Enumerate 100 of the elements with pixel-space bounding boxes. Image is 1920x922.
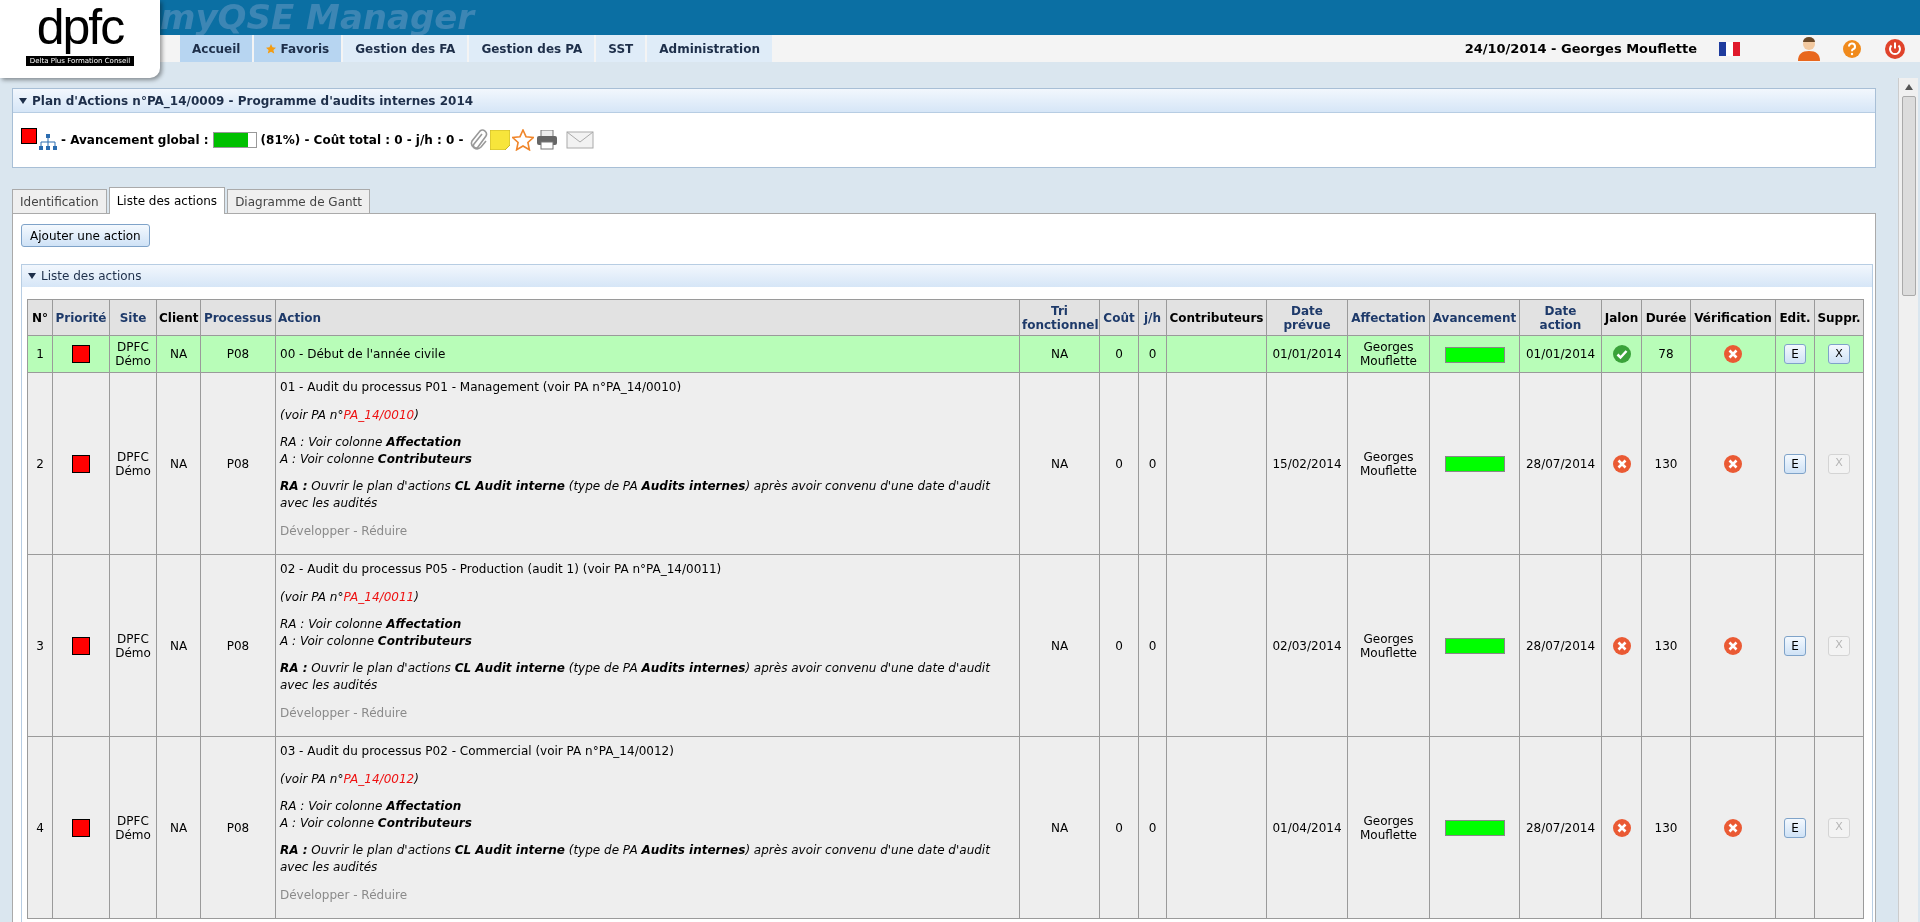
nav-tab[interactable]: Gestion des PA bbox=[469, 35, 595, 62]
add-action-button[interactable]: Ajouter une action bbox=[21, 224, 150, 247]
role-note: A : Voir colonne Contributeurs bbox=[280, 815, 473, 832]
column-header[interactable]: Priorité bbox=[52, 299, 110, 336]
caret-icon[interactable] bbox=[28, 273, 36, 279]
table-cell: NA bbox=[156, 335, 201, 373]
printer-icon[interactable] bbox=[535, 130, 558, 150]
column-header: Suppr. bbox=[1814, 299, 1864, 336]
priority-square bbox=[72, 454, 90, 473]
edit-button[interactable]: E bbox=[1784, 635, 1806, 656]
table-cell: NA bbox=[1019, 335, 1100, 373]
date-user-text: 24/10/2014 - Georges Mouflette bbox=[1464, 39, 1697, 58]
table-cell: 0 bbox=[1138, 335, 1167, 373]
table-cell: 0 bbox=[1138, 372, 1167, 555]
separator-text: - bbox=[353, 706, 358, 720]
table-cell: 01/01/2014 bbox=[1519, 335, 1602, 373]
reference-link[interactable]: PA_14/0012 bbox=[343, 772, 415, 786]
scrollbar-thumb[interactable] bbox=[1901, 96, 1916, 296]
action-title: 03 - Audit du processus P02 - Commercial (voir PA n°PA_14/0012) bbox=[280, 743, 675, 760]
reference-note: (voir PA n°PA_14/0011) bbox=[280, 589, 420, 606]
table-cell: 0 bbox=[1138, 554, 1167, 737]
instruction-note: RA : Ouvrir le plan d'actions CL Audit interne (type de PA Audits internes) après avoir convenu d'une date d'audit avec les audités bbox=[280, 660, 992, 694]
nav-tab[interactable]: Administration bbox=[647, 35, 772, 62]
nav-tab[interactable]: SST bbox=[596, 35, 646, 62]
edit-button[interactable]: E bbox=[1784, 344, 1806, 364]
panel-title: Plan d'Actions n°PA_14/0009 - Programme d'audits internes 2014 bbox=[32, 92, 474, 110]
role-note: RA : Voir colonne Affectation bbox=[280, 616, 463, 633]
section-title: Liste des actions bbox=[41, 268, 142, 285]
instruction-note: RA : Ouvrir le plan d'actions CL Audit interne (type de PA Audits internes) après avoir convenu d'une date d'audit avec les audités bbox=[280, 478, 992, 512]
column-header[interactable]: Site bbox=[109, 299, 157, 336]
nav-tab[interactable]: Accueil bbox=[180, 35, 253, 62]
table-cell: 28/07/2014 bbox=[1519, 372, 1602, 555]
table-cell: P08 bbox=[200, 736, 276, 919]
table-cell: 0 bbox=[1099, 554, 1139, 737]
table-cell: 130 bbox=[1641, 736, 1691, 919]
role-note: A : Voir colonne Contributeurs bbox=[280, 633, 473, 650]
column-header[interactable]: Tri fonctionnel bbox=[1019, 299, 1100, 336]
progress-label: - Avancement global : bbox=[61, 132, 209, 149]
column-header[interactable]: Affectation bbox=[1347, 299, 1430, 336]
table-cell: P08 bbox=[200, 335, 276, 373]
table-cell: DPFC Démo bbox=[109, 335, 157, 373]
delete-button[interactable]: X bbox=[1828, 344, 1850, 365]
power-icon[interactable] bbox=[1884, 37, 1906, 60]
table-cell: NA bbox=[1019, 372, 1100, 555]
help-icon[interactable] bbox=[1842, 38, 1862, 59]
nav-tab[interactable]: Gestion des FA bbox=[343, 35, 468, 62]
column-header: N° bbox=[27, 299, 53, 336]
table-cell: P08 bbox=[200, 372, 276, 555]
instruction-note: RA : Ouvrir le plan d'actions CL Audit interne (type de PA Audits internes) après avoir convenu d'une date d'audit avec les audités bbox=[280, 842, 992, 876]
column-header[interactable]: Date action bbox=[1519, 299, 1602, 336]
column-header[interactable]: Date prévue bbox=[1266, 299, 1348, 336]
flag-icon[interactable] bbox=[1719, 41, 1740, 56]
column-header[interactable]: j/h bbox=[1138, 299, 1167, 336]
scrollbar[interactable] bbox=[1898, 78, 1918, 922]
star-icon[interactable] bbox=[511, 129, 534, 151]
role-note: RA : Voir colonne Affectation bbox=[280, 798, 463, 815]
column-header[interactable]: Coût bbox=[1099, 299, 1139, 336]
reference-note: (voir PA n°PA_14/0012) bbox=[280, 771, 420, 788]
column-header[interactable]: Processus bbox=[200, 299, 276, 336]
priority-square bbox=[72, 345, 90, 364]
table-cell: 4 bbox=[27, 736, 53, 919]
reference-link[interactable]: PA_14/0010 bbox=[343, 408, 415, 422]
action-title: 02 - Audit du processus P05 - Production (audit 1) (voir PA n°PA_14/0011) bbox=[280, 561, 723, 578]
table-cell: P08 bbox=[200, 554, 276, 737]
column-header[interactable]: Action bbox=[275, 299, 1020, 336]
arrow-up-icon[interactable] bbox=[1904, 84, 1913, 90]
table-cell: 78 bbox=[1641, 335, 1691, 373]
table-cell: 1 bbox=[27, 335, 53, 373]
caret-icon[interactable] bbox=[19, 97, 27, 104]
table-cell: Georges Mouflette bbox=[1347, 372, 1430, 555]
column-header: Edit. bbox=[1775, 299, 1815, 336]
table-cell: 130 bbox=[1641, 554, 1691, 737]
role-note: RA : Voir colonne Affectation bbox=[280, 434, 463, 451]
column-header[interactable]: Avancement bbox=[1429, 299, 1520, 336]
column-header: Vérification bbox=[1690, 299, 1776, 336]
edit-button[interactable]: E bbox=[1784, 817, 1806, 838]
summary-text: (81%) - Coût total : 0 - j/h : 0 - bbox=[260, 132, 464, 149]
table-cell: 28/07/2014 bbox=[1519, 554, 1602, 737]
table-cell: 01/04/2014 bbox=[1266, 736, 1348, 919]
hierarchy-icon[interactable] bbox=[39, 134, 57, 152]
table-cell: 02/03/2014 bbox=[1266, 554, 1348, 737]
reference-link[interactable]: PA_14/0011 bbox=[343, 590, 415, 604]
nav-tab[interactable]: Favoris bbox=[254, 35, 342, 62]
table-cell: 130 bbox=[1641, 372, 1691, 555]
table-cell: Georges Mouflette bbox=[1347, 554, 1430, 737]
tab[interactable]: Identification bbox=[12, 189, 107, 213]
edit-button[interactable]: E bbox=[1784, 453, 1806, 474]
table-cell: NA bbox=[156, 554, 201, 737]
column-header: Jalon bbox=[1601, 299, 1642, 336]
table-cell: NA bbox=[1019, 736, 1100, 919]
reference-note: (voir PA n°PA_14/0010) bbox=[280, 407, 420, 424]
user-icon[interactable] bbox=[1798, 36, 1820, 61]
table-cell: DPFC Démo bbox=[109, 372, 157, 555]
tab[interactable]: Diagramme de Gantt bbox=[227, 189, 370, 213]
table-cell: NA bbox=[156, 372, 201, 555]
table-cell: 2 bbox=[27, 372, 53, 555]
table-cell: DPFC Démo bbox=[109, 554, 157, 737]
column-header: Contributeurs bbox=[1166, 299, 1267, 336]
tab[interactable]: Liste des actions bbox=[108, 187, 226, 214]
separator-text: - bbox=[353, 888, 358, 902]
